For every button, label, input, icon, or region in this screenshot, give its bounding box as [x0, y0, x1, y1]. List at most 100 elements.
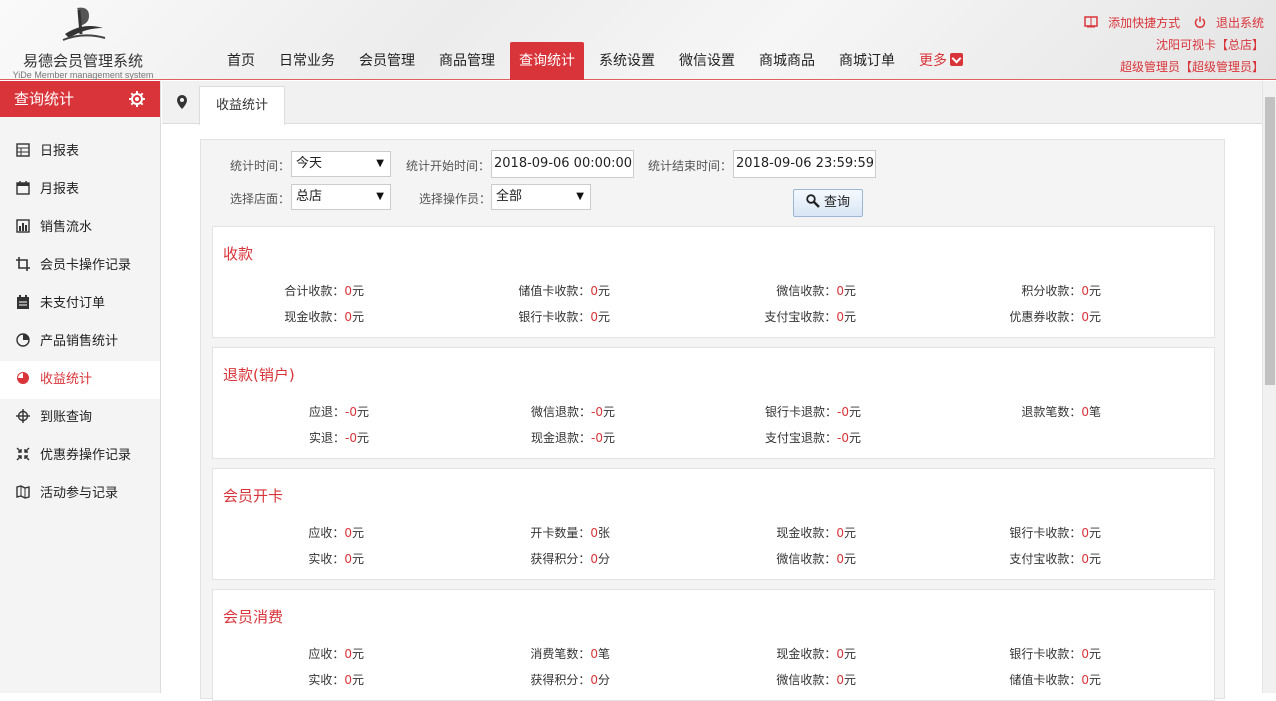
panel-title: 会员开卡 [223, 487, 284, 505]
kv-label: 获得积分： [530, 673, 591, 687]
calendar-icon [16, 180, 30, 195]
kv-label: 退款笔数： [1021, 405, 1082, 419]
sidebar-item-coupon-records[interactable]: 优惠券操作记录 [0, 437, 160, 475]
kv-bank-card-receipts: 银行卡收款：0元 [1009, 645, 1101, 662]
kv-label: 支付宝收款： [764, 310, 837, 324]
kv-cash-refund: 现金退款：-0元 [531, 429, 615, 446]
kv-unit: 张 [597, 526, 610, 540]
nav-more[interactable]: 更多 [910, 42, 972, 80]
logout-link[interactable]: 退出系统 [1188, 16, 1264, 30]
operator-select[interactable]: 全部 ▼ [491, 184, 591, 210]
nav-wechat[interactable]: 微信设置 [670, 42, 744, 80]
nav-members[interactable]: 会员管理 [350, 42, 424, 80]
kv-received: 实收：0元 [308, 550, 364, 567]
kv-unit: 元 [1088, 673, 1101, 687]
sidebar-item-unpaid-orders[interactable]: 未支付订单 [0, 285, 160, 323]
sidebar-item-product-sales[interactable]: 产品销售统计 [0, 323, 160, 361]
end-time-label: 统计结束时间： [648, 159, 733, 173]
time-label: 统计时间： [230, 159, 291, 173]
kv-label: 微信退款： [531, 405, 592, 419]
kv-cash-receipts: 现金收款：0元 [776, 645, 856, 662]
sidebar-item-card-records[interactable]: 会员卡操作记录 [0, 247, 160, 285]
dropdown-arrow-icon: ▼ [376, 191, 384, 202]
sidebar-item-label: 销售流水 [40, 220, 93, 235]
panel-refunds: 退款(销户) 应退：-0元 微信退款：-0元 银行卡退款：-0元 退款笔数：0笔… [212, 347, 1215, 459]
kv-label: 获得积分： [530, 552, 591, 566]
pie-filled-icon [17, 371, 29, 384]
content-area: 统计时间： 今天 ▼ 统计开始时间： 2018-09-06 00:00:00 统计… [200, 139, 1225, 701]
panel-member-consumption: 会员消费 应收：0元 消费笔数：0笔 现金收款：0元 银行卡收款：0元 实收：0… [212, 589, 1215, 701]
gear-icon[interactable] [128, 90, 146, 108]
kv-value: 0 [590, 310, 598, 324]
panel-title: 会员消费 [223, 608, 284, 626]
kv-label: 消费笔数： [530, 647, 591, 661]
nav-products[interactable]: 商品管理 [430, 42, 504, 80]
time-select[interactable]: 今天 ▼ [291, 151, 391, 177]
kv-unit: 元 [1088, 647, 1101, 661]
sidebar-item-activity-records[interactable]: 活动参与记录 [0, 475, 160, 513]
kv-unit: 元 [848, 431, 861, 445]
crosshair-icon [16, 408, 30, 423]
app-name: 易德会员管理系统 [22, 52, 143, 70]
kv-receivable: 应收：0元 [308, 524, 364, 541]
kv-stored-card-receipts: 储值卡收款：0元 [518, 282, 610, 299]
kv-cash-receipts: 现金收款：0元 [776, 524, 856, 541]
kv-label: 银行卡退款： [765, 405, 838, 419]
app-logo[interactable]: 易德会员管理系统 YiDe Member management system [8, 4, 158, 80]
end-time-input[interactable]: 2018-09-06 23:59:59 [733, 150, 876, 178]
nav-home[interactable]: 首页 [218, 42, 264, 80]
kv-unit: 笔 [597, 647, 610, 661]
kv-unit: 元 [351, 647, 364, 661]
start-time-input[interactable]: 2018-09-06 00:00:00 [491, 150, 634, 178]
kv-value: 0 [1081, 405, 1089, 419]
panel-card-opening: 会员开卡 应收：0元 开卡数量：0张 现金收款：0元 银行卡收款：0元 实收：0… [212, 468, 1215, 580]
tab-revenue-stats[interactable]: 收益统计 [199, 86, 286, 125]
kv-unit: 元 [351, 552, 364, 566]
sidebar-item-monthly-report[interactable]: 月报表 [0, 171, 160, 209]
clipboard-icon [17, 294, 29, 309]
sidebar-item-revenue-stats[interactable]: 收益统计 [0, 361, 160, 399]
query-button[interactable]: 查询 [793, 189, 863, 217]
add-shortcut-label: 添加快捷方式 [1108, 16, 1181, 30]
add-shortcut-link[interactable]: 添加快捷方式 [1084, 16, 1180, 30]
nav-mall-products[interactable]: 商城商品 [750, 42, 824, 80]
current-store[interactable]: 沈阳可视卡【总店】 [1080, 34, 1264, 56]
kv-received: 实收：0元 [308, 671, 364, 688]
kv-label: 优惠券收款： [1009, 310, 1082, 324]
kv-unit: 元 [356, 405, 369, 419]
kv-label: 现金收款： [776, 647, 837, 661]
kv-label: 实退： [309, 431, 346, 445]
sidebar-item-daily-report[interactable]: 日报表 [0, 133, 160, 171]
nav-mall-orders[interactable]: 商城订单 [830, 42, 904, 80]
sidebar-item-label: 优惠券操作记录 [40, 448, 132, 463]
vertical-scrollbar[interactable] [1262, 81, 1276, 693]
kv-unit: 笔 [1088, 405, 1101, 419]
kv-value: 0 [1081, 284, 1089, 298]
pie-icon [16, 332, 30, 347]
kv-refund-count: 退款笔数：0笔 [1021, 403, 1101, 420]
kv-receivable: 应收：0元 [308, 645, 364, 662]
sidebar-item-sales-flow[interactable]: 销售流水 [0, 209, 160, 247]
kv-value: -0 [591, 431, 603, 445]
sidebar-item-label: 收益统计 [40, 372, 93, 387]
kv-label: 支付宝退款： [765, 431, 838, 445]
kv-bank-card-receipts: 银行卡收款：0元 [518, 308, 610, 325]
current-user[interactable]: 超级管理员【超级管理员】 [1080, 56, 1264, 78]
nav-stats[interactable]: 查询统计 [510, 42, 584, 80]
kv-value: -0 [345, 431, 357, 445]
sidebar-menu: 日报表 月报表 销售流水 会员卡操作记录 未支付订单 产品销售统计 收益统计 到… [0, 133, 160, 513]
power-icon [1194, 16, 1206, 28]
kv-value: -0 [591, 405, 603, 419]
dropdown-arrow-icon: ▼ [576, 191, 584, 202]
kv-unit: 元 [351, 310, 364, 324]
main-nav: 首页 日常业务 会员管理 商品管理 查询统计 系统设置 微信设置 商城商品 商城… [218, 42, 978, 80]
kv-label: 实收： [308, 673, 345, 687]
nav-daily[interactable]: 日常业务 [270, 42, 344, 80]
nav-settings[interactable]: 系统设置 [590, 42, 664, 80]
kv-unit: 元 [351, 284, 364, 298]
sidebar-item-label: 月报表 [40, 182, 80, 197]
scrollbar-thumb[interactable] [1265, 97, 1275, 385]
panel-title: 退款(销户) [223, 366, 295, 384]
sidebar-item-arrival-query[interactable]: 到账查询 [0, 399, 160, 437]
store-select[interactable]: 总店 ▼ [291, 184, 391, 210]
